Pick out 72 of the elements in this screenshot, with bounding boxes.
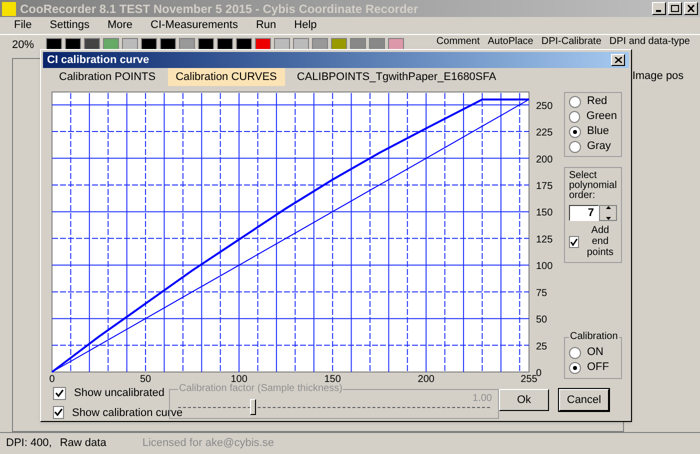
y-tick-label: 75: [536, 288, 548, 299]
x-tick-label: 100: [230, 374, 248, 383]
app-icon: [2, 2, 16, 16]
y-tick-label: 125: [536, 234, 553, 246]
channel-label: Gray: [587, 139, 611, 154]
toolbar-button[interactable]: DPI and data-type: [609, 36, 690, 48]
x-tick-label: 255: [520, 374, 538, 383]
status-text: DPI: 400,: [6, 436, 52, 452]
toolbar-button[interactable]: Comment: [436, 36, 480, 48]
image-pos-label: Image pos: [632, 69, 684, 84]
menu-item[interactable]: CI-Measurements: [150, 17, 238, 34]
y-tick-label: 100: [536, 261, 553, 272]
y-tick-label: 225: [536, 128, 553, 139]
close-icon: [687, 5, 695, 12]
tab[interactable]: Calibration POINTS: [51, 68, 164, 86]
polynomial-label: Select polynomial order:: [569, 171, 617, 201]
menu-item[interactable]: Settings: [50, 17, 90, 34]
maximize-icon: [671, 5, 679, 12]
slider-group-title: Calibration factor (Sample thickness): [178, 383, 344, 395]
y-tick-label: 0: [536, 368, 542, 379]
file-label: CALIBPOINTS_TgwithPaper_E1680SFA: [296, 70, 498, 85]
radio-button[interactable]: [569, 140, 581, 152]
polynomial-order-field[interactable]: 7: [569, 205, 599, 221]
x-tick-label: 50: [140, 374, 152, 383]
checkbox[interactable]: [53, 406, 64, 420]
channel-label: Blue: [587, 124, 610, 140]
close-icon: [614, 57, 622, 63]
y-tick-label: 150: [536, 208, 553, 219]
y-tick-label: 175: [536, 180, 553, 192]
checkbox[interactable]: [53, 386, 66, 400]
license-text: Licensed for ake@cybis.se: [142, 436, 274, 452]
slider-thumb[interactable]: [250, 399, 256, 415]
checkbox[interactable]: [569, 236, 580, 248]
channel-label: Red: [587, 94, 608, 110]
dialog-button[interactable]: Cancel: [559, 389, 609, 411]
toolbar-button[interactable]: DPI-Calibrate: [541, 36, 602, 48]
x-tick-label: 0: [49, 374, 55, 383]
close-button[interactable]: [684, 2, 698, 15]
dialog-button[interactable]: Ok: [499, 389, 549, 411]
maximize-button[interactable]: [668, 2, 682, 15]
menu-item[interactable]: File: [14, 17, 32, 34]
y-tick-label: 200: [536, 154, 553, 166]
slider-reading: 1.00: [472, 392, 492, 406]
calibration-option-label: OFF: [587, 360, 609, 376]
y-tick-label: 250: [536, 100, 553, 112]
x-tick-label: 200: [418, 374, 434, 383]
radio-button[interactable]: [569, 110, 580, 122]
menu-item[interactable]: More: [107, 17, 133, 34]
up-arrow-icon: [606, 206, 610, 209]
status-text: Raw data: [60, 436, 106, 452]
radio-button[interactable]: [569, 346, 581, 358]
menu-item[interactable]: Run: [256, 17, 276, 34]
minimize-button[interactable]: [652, 2, 666, 15]
calibration-option-label: ON: [587, 345, 604, 360]
toolbar-button[interactable]: AutoPlace: [488, 36, 534, 48]
radio-button[interactable]: [569, 96, 581, 108]
y-tick-label: 50: [536, 314, 548, 326]
radio-button[interactable]: [569, 362, 581, 374]
checkbox-label: Show uncalibrated: [74, 386, 165, 401]
channel-label: Green: [586, 109, 617, 124]
close-button[interactable]: [611, 54, 625, 66]
dialog-title: CI calibration curve: [47, 52, 150, 68]
menu-item[interactable]: Help: [294, 17, 317, 34]
y-tick-label: 25: [536, 341, 548, 352]
down-arrow-icon: [606, 217, 610, 220]
add-end-points-label: Add end points: [586, 225, 615, 258]
tab[interactable]: Calibration CURVES: [168, 68, 285, 86]
x-tick-label: 150: [324, 374, 341, 383]
spin-buttons[interactable]: [599, 205, 617, 221]
checkbox-label: Show calibration curve: [72, 406, 183, 420]
zoom-level[interactable]: 20%: [12, 37, 42, 54]
radio-button[interactable]: [569, 126, 581, 138]
